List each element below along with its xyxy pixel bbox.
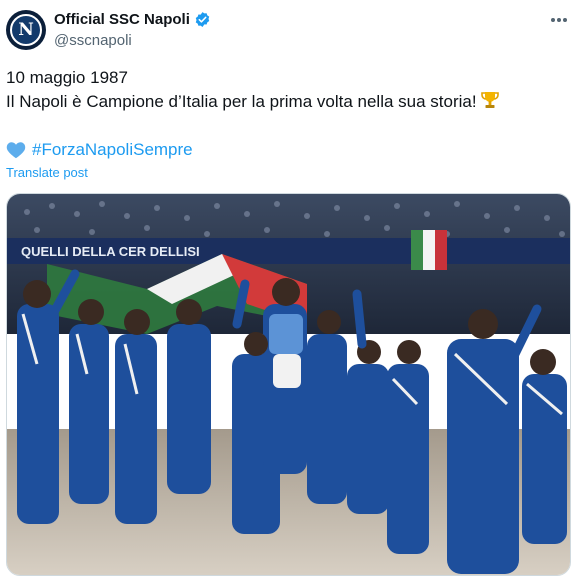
trophy-icon [480,92,499,108]
napoli-logo-icon: N [10,14,42,46]
hashtag-link[interactable]: #ForzaNapoliSempre [32,139,193,161]
hashtag-line: #ForzaNapoliSempre [6,139,193,161]
translate-post-link[interactable]: Translate post [6,165,88,180]
author-name-row: Official SSC Napoli [54,11,211,28]
more-dots-glyph [551,18,567,22]
post-text: 10 maggio 1987 Il Napoli è Campione d’It… [6,66,576,114]
post-text-line-2: Il Napoli è Campione d’Italia per la pri… [6,90,576,114]
avatar-letter: N [18,20,34,40]
post-header: N Official SSC Napoli @sscnapoli [6,8,577,56]
author-display-name[interactable]: Official SSC Napoli [54,11,190,28]
avatar[interactable]: N [6,10,46,50]
more-icon[interactable] [547,10,571,30]
post-text-sentence: Il Napoli è Campione d’Italia per la pri… [6,92,477,111]
photo-banner-text: QUELLI DELLA CER DELLISI [21,244,200,259]
post-text-date: 10 maggio 1987 [6,68,128,87]
verified-badge-icon [195,12,210,27]
author-handle[interactable]: @sscnapoli [54,32,132,49]
post-photo[interactable]: QUELLI DELLA CER DELLISI [6,193,571,576]
blue-heart-icon [6,142,26,159]
celebration-photo: QUELLI DELLA CER DELLISI [7,194,570,575]
